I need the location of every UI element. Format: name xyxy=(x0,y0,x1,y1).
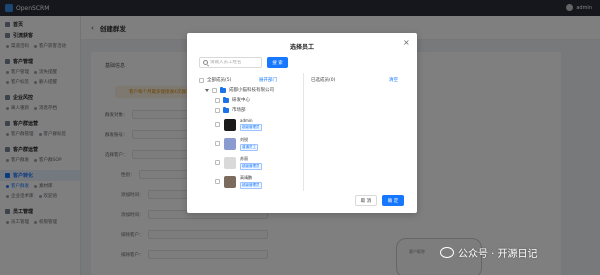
member-item: 高靖鹏 超级管理员 xyxy=(205,172,299,191)
select-staff-modal: 选择员工 × 搜 索 全部成员(5) 展开部门 成都小猫科技有限公司 研发中心 … xyxy=(187,33,417,213)
member-tree: 全部成员(5) 展开部门 成都小猫科技有限公司 研发中心 市场部 admin 超… xyxy=(199,75,299,191)
company-checkbox[interactable] xyxy=(212,87,217,93)
department-checkbox[interactable] xyxy=(215,97,220,103)
search-input[interactable] xyxy=(210,60,260,65)
department-node: 研发中心 xyxy=(199,95,299,105)
department-label: 市场部 xyxy=(232,108,246,113)
watermark: 公众号 · 开源日记 xyxy=(440,245,538,260)
all-members-checkbox[interactable] xyxy=(199,77,204,83)
expand-departments-link[interactable]: 展开部门 xyxy=(259,77,277,83)
modal-title: 选择员工 xyxy=(289,44,314,51)
close-icon[interactable]: × xyxy=(403,38,410,47)
avatar xyxy=(224,156,236,169)
all-members-row: 全部成员(5) 展开部门 xyxy=(199,75,299,85)
cancel-button[interactable]: 取 消 xyxy=(355,195,377,206)
role-badge: 超级管理员 xyxy=(240,124,262,131)
confirm-button[interactable]: 确 定 xyxy=(382,195,404,206)
company-node: 成都小猫科技有限公司 xyxy=(199,85,299,95)
member-name: 刘锐 xyxy=(240,136,248,142)
selected-panel: 已选成员(0) 清空 xyxy=(311,75,405,85)
department-checkbox[interactable] xyxy=(215,107,220,113)
role-badge: 超级管理员 xyxy=(240,162,262,170)
member-name: 高靖鹏 xyxy=(240,174,252,180)
avatar xyxy=(224,175,236,188)
department-node: 市场部 xyxy=(199,105,299,115)
company-label: 成都小猫科技有限公司 xyxy=(229,88,274,93)
modal-footer: 取 消 确 定 xyxy=(187,193,417,213)
all-members-label: 全部成员(5) xyxy=(207,78,232,83)
role-badge: 超级管理员 xyxy=(240,181,262,189)
member-info: 刘锐 普通员工 xyxy=(240,137,258,151)
folder-icon xyxy=(223,106,229,113)
member-checkbox[interactable] xyxy=(215,179,220,184)
member-checkbox[interactable] xyxy=(215,122,220,127)
member-name: 苏丽 xyxy=(240,155,248,161)
chevron-down-icon[interactable] xyxy=(205,88,209,92)
search-icon xyxy=(203,60,208,65)
wechat-icon xyxy=(440,247,454,258)
member-checkbox[interactable] xyxy=(215,160,220,165)
folder-icon xyxy=(220,86,226,93)
avatar xyxy=(224,118,236,131)
selected-label: 已选成员(0) xyxy=(311,78,336,83)
member-item: 刘锐 普通员工 xyxy=(205,134,299,153)
member-checkbox[interactable] xyxy=(215,141,220,146)
member-info: admin 超级管理员 xyxy=(240,118,262,131)
folder-icon xyxy=(223,96,229,103)
member-item: admin 超级管理员 xyxy=(205,115,299,134)
member-info: 苏丽 超级管理员 xyxy=(240,156,262,170)
search-button[interactable]: 搜 索 xyxy=(267,57,288,68)
member-item: 苏丽 超级管理员 xyxy=(205,153,299,172)
department-label: 研发中心 xyxy=(232,98,250,103)
selected-header: 已选成员(0) 清空 xyxy=(311,75,405,85)
panel-divider xyxy=(303,73,304,191)
clear-link[interactable]: 清空 xyxy=(389,77,398,83)
role-badge: 普通员工 xyxy=(240,143,258,151)
search-box xyxy=(199,57,262,68)
avatar xyxy=(224,137,236,150)
member-info: 高靖鹏 超级管理员 xyxy=(240,175,262,189)
member-name: admin xyxy=(240,118,253,123)
watermark-text: 公众号 · 开源日记 xyxy=(458,249,538,260)
